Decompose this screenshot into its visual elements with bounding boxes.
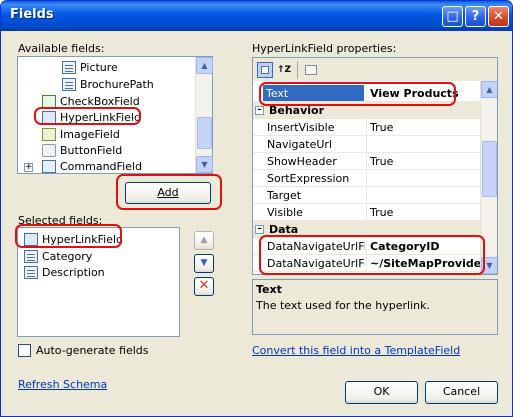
minimize-icon: □ — [446, 9, 459, 24]
toolbar-separator — [297, 61, 298, 79]
minimize-button[interactable]: □ — [442, 6, 463, 27]
arrow-up-icon: ▲ — [200, 235, 208, 245]
property-row-insertvisible[interactable]: InsertVisible True — [253, 119, 481, 136]
ok-button[interactable]: OK — [345, 381, 418, 404]
scroll-down-icon[interactable]: ▼ — [481, 257, 497, 274]
categorized-view-button[interactable] — [257, 62, 273, 78]
property-row-navigateurl[interactable]: NavigateUrl — [253, 136, 481, 153]
close-button[interactable]: ✕ — [488, 6, 509, 27]
help-icon: ? — [471, 9, 480, 24]
description-title: Text — [256, 283, 282, 296]
selected-fields-list[interactable]: HyperLinkField Category Description — [17, 227, 180, 337]
scroll-thumb[interactable] — [482, 141, 497, 197]
property-pages-button[interactable] — [303, 62, 319, 78]
property-pages-icon — [305, 65, 317, 75]
property-row-datanavigateurlfields[interactable]: DataNavigateUrlFiel CategoryID — [253, 238, 481, 255]
button-field-icon — [42, 144, 56, 157]
fields-dialog: Fields □ ? ✕ Available fields: Picture B… — [0, 0, 513, 417]
alphabetical-view-button[interactable]: ↑Z — [276, 62, 292, 78]
description-text: The text used for the hyperlink. — [256, 299, 430, 312]
cancel-button[interactable]: Cancel — [425, 381, 498, 404]
delete-button[interactable]: ✕ — [194, 277, 214, 296]
available-fields-tree[interactable]: Picture BrochurePath CheckBoxField Hyper… — [17, 56, 213, 174]
property-grid[interactable]: Text View Products – Behavior InsertVisi… — [252, 81, 498, 275]
refresh-schema-link[interactable]: Refresh Schema — [18, 378, 107, 391]
property-row-target[interactable]: Target — [253, 187, 481, 204]
auto-generate-checkbox[interactable] — [18, 344, 31, 357]
property-grid-scrollbar[interactable]: ▲ ▼ — [480, 81, 497, 274]
property-row-showheader[interactable]: ShowHeader True — [253, 153, 481, 170]
property-row-text[interactable]: Text View Products — [253, 85, 481, 102]
arrow-down-icon: ▼ — [200, 258, 208, 268]
alphabetical-icon: ↑Z — [276, 65, 292, 75]
convert-templatefield-link[interactable]: Convert this field into a TemplateField — [252, 344, 460, 357]
collapse-icon[interactable]: – — [255, 106, 264, 115]
expand-icon[interactable]: + — [24, 163, 33, 172]
document-icon — [24, 250, 38, 263]
selected-fields-label: Selected fields: — [18, 214, 103, 227]
delete-icon: ✕ — [198, 278, 210, 293]
property-name-text: Text — [263, 85, 364, 101]
category-data[interactable]: – Data — [253, 221, 481, 238]
document-icon — [62, 78, 76, 91]
category-behavior[interactable]: – Behavior — [253, 102, 481, 119]
auto-generate-label: Auto-generate fields — [36, 344, 149, 357]
move-up-button[interactable]: ▲ — [194, 231, 214, 250]
property-row-visible[interactable]: Visible True — [253, 204, 481, 221]
property-value-text[interactable]: View Products — [370, 87, 459, 100]
property-grid-toolbar: ↑Z — [252, 57, 498, 81]
checkbox-field-icon — [42, 95, 56, 108]
scroll-thumb[interactable] — [197, 117, 212, 149]
properties-label: HyperLinkField properties: — [252, 42, 397, 55]
categorized-icon — [261, 66, 269, 74]
add-button[interactable]: Add — [125, 182, 211, 204]
scroll-down-icon[interactable]: ▼ — [196, 156, 213, 173]
document-icon — [24, 266, 38, 279]
move-down-button[interactable]: ▼ — [194, 254, 214, 273]
command-field-icon — [42, 160, 56, 173]
property-row-sortexpression[interactable]: SortExpression — [253, 170, 481, 187]
window-title: Fields — [10, 7, 54, 22]
collapse-icon[interactable]: – — [255, 225, 264, 234]
help-button[interactable]: ? — [465, 6, 486, 27]
hyperlink-field-icon — [42, 111, 56, 124]
hyperlink-field-icon — [24, 233, 38, 246]
title-bar[interactable]: Fields □ ? ✕ — [1, 1, 512, 31]
available-fields-scrollbar[interactable]: ▲ ▼ — [195, 57, 213, 173]
property-description-pane: Text The text used for the hyperlink. — [252, 279, 498, 335]
property-row-datanavigateurlformatstring[interactable]: DataNavigateUrlFor ~/SiteMapProvider/ — [253, 255, 491, 272]
scroll-up-icon[interactable]: ▲ — [196, 57, 213, 74]
scroll-up-icon[interactable]: ▲ — [481, 81, 497, 98]
close-icon: ✕ — [493, 9, 504, 24]
image-field-icon — [42, 128, 56, 141]
document-icon — [62, 61, 76, 74]
available-fields-label: Available fields: — [18, 42, 105, 55]
